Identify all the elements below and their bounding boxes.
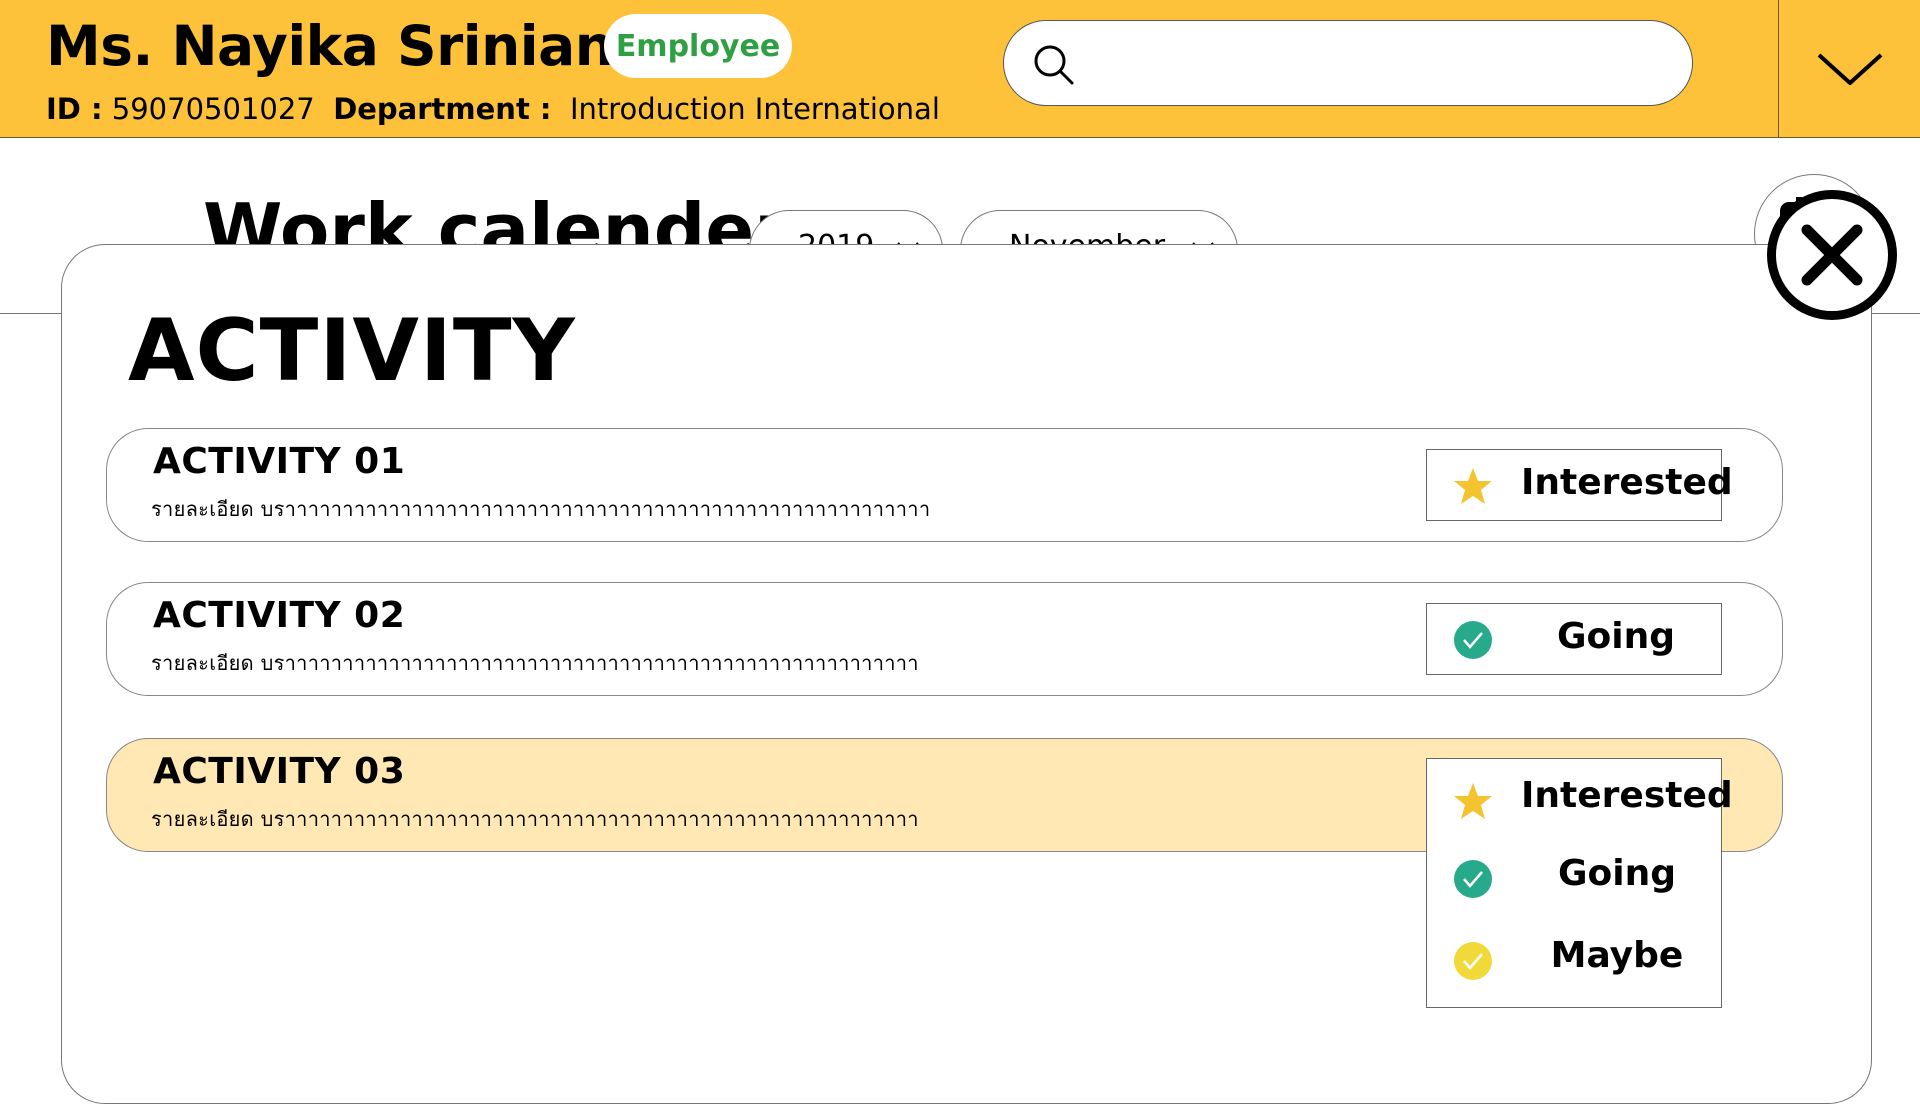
activity-description: รายละเอียด บราาาาาาาาาาาาาาาาาาาาาาาาาาา… bbox=[151, 497, 931, 521]
status-option-interested[interactable]: Interested bbox=[1427, 767, 1733, 837]
id-value: 59070501027 bbox=[111, 92, 315, 126]
star-icon bbox=[1454, 468, 1492, 504]
status-label: Interested bbox=[1521, 462, 1733, 503]
activity-title: ACTIVITY 01 bbox=[153, 441, 406, 482]
status-label: Going bbox=[1556, 616, 1676, 657]
activity-title: ACTIVITY 02 bbox=[153, 595, 406, 636]
department-value: Introduction International bbox=[569, 92, 940, 126]
activity-description: รายละเอียด บราาาาาาาาาาาาาาาาาาาาาาาาาาา… bbox=[151, 651, 919, 675]
check-circle-icon bbox=[1454, 621, 1492, 659]
check-circle-icon bbox=[1454, 942, 1492, 980]
activity-title: ACTIVITY 03 bbox=[153, 751, 406, 792]
chevron-down-icon bbox=[1817, 53, 1882, 85]
status-button-going[interactable]: Going bbox=[1426, 603, 1722, 675]
status-option-label: Going bbox=[1557, 853, 1677, 894]
close-button[interactable] bbox=[1767, 190, 1897, 320]
modal-title: ACTIVITY bbox=[128, 301, 576, 401]
role-badge: Employee bbox=[604, 14, 792, 78]
status-option-maybe[interactable]: Maybe bbox=[1427, 927, 1723, 997]
search-box[interactable] bbox=[1003, 20, 1693, 106]
account-menu-button[interactable] bbox=[1779, 0, 1920, 138]
search-icon bbox=[1034, 45, 1074, 85]
star-icon bbox=[1454, 783, 1492, 819]
user-info-line: ID : 59070501027 Department : Introducti… bbox=[46, 92, 940, 126]
status-button-interested[interactable]: Interested bbox=[1426, 449, 1733, 521]
user-name: Ms. Nayika Srinian bbox=[46, 14, 614, 78]
department-label: Department : bbox=[333, 92, 552, 126]
status-dropdown: Interested Going Maybe bbox=[1426, 758, 1733, 1008]
id-label: ID : bbox=[46, 92, 103, 126]
status-option-label: Maybe bbox=[1550, 935, 1684, 976]
check-circle-icon bbox=[1454, 860, 1492, 898]
search-input[interactable] bbox=[1094, 37, 1654, 89]
activity-description: รายละเอียด บราาาาาาาาาาาาาาาาาาาาาาาาาาา… bbox=[151, 807, 919, 831]
status-option-going[interactable]: Going bbox=[1427, 845, 1723, 915]
status-option-label: Interested bbox=[1521, 775, 1733, 816]
top-header: Ms. Nayika Srinian Employee ID : 5907050… bbox=[0, 0, 1920, 138]
close-icon bbox=[1801, 224, 1863, 286]
